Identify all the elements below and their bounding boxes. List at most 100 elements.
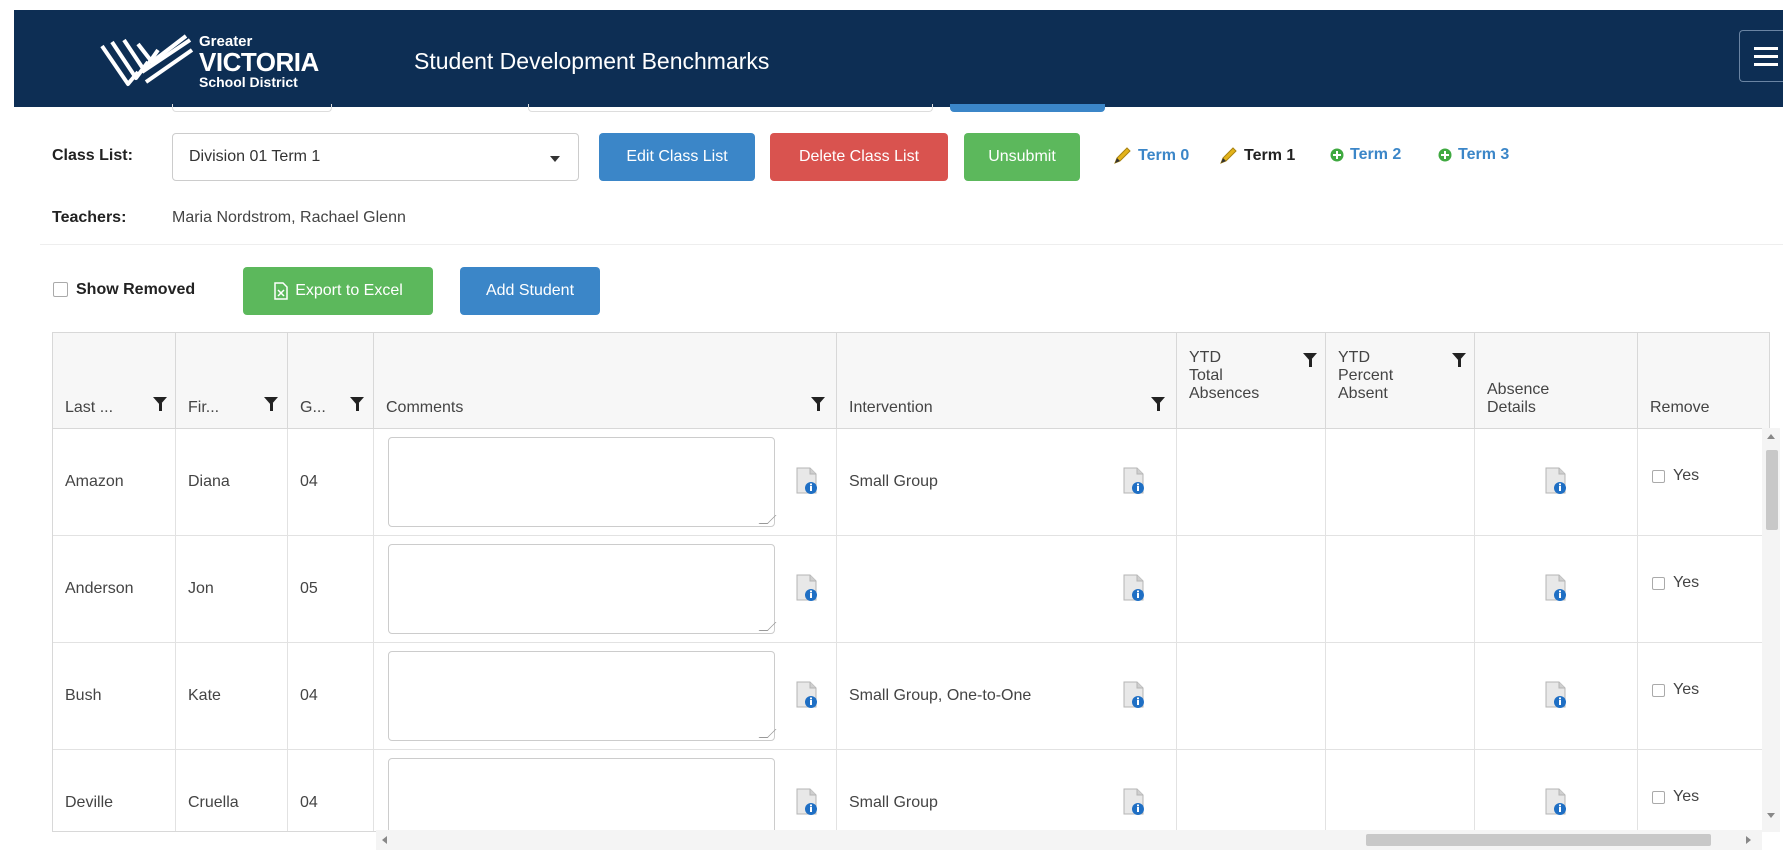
table-row[interactable]: Bush Kate 04 Small Group, One-to-One Yes <box>53 643 1769 750</box>
term-link-3[interactable]: Term 3 <box>1438 146 1509 164</box>
intervention-text: Small Group <box>849 794 938 811</box>
remove-label: Yes <box>1673 574 1700 591</box>
document-info-icon[interactable] <box>1123 681 1145 709</box>
edit-class-list-button[interactable]: Edit Class List <box>599 133 755 181</box>
cell-intervention <box>837 536 1177 643</box>
remove-checkbox-group[interactable]: Yes <box>1652 467 1699 485</box>
comments-textarea[interactable] <box>388 544 775 634</box>
grade-text: 04 <box>300 794 318 811</box>
vertical-scroll-thumb[interactable] <box>1766 450 1778 530</box>
document-info-icon[interactable] <box>1545 788 1567 816</box>
cell-remove: Yes <box>1638 429 1769 536</box>
remove-checkbox-group[interactable]: Yes <box>1652 788 1699 806</box>
comments-textarea[interactable] <box>388 651 775 741</box>
document-info-icon[interactable] <box>796 681 818 709</box>
document-info-icon[interactable] <box>796 788 818 816</box>
logo-text: Greater VICTORIA School District <box>199 34 319 89</box>
horizontal-scroll-thumb[interactable] <box>1366 834 1711 846</box>
show-removed-checkbox[interactable] <box>53 282 68 297</box>
teachers-label: Teachers: <box>52 209 127 226</box>
show-removed-label[interactable]: Show Removed <box>76 281 195 299</box>
student-grid: Last ... Fir... G... Comments Interventi… <box>52 332 1770 832</box>
scroll-down-icon[interactable] <box>1767 813 1775 818</box>
class-list-select[interactable]: Division 01 Term 1 <box>172 133 579 181</box>
filter-icon[interactable] <box>153 397 167 411</box>
table-row[interactable]: Anderson Jon 05 Yes <box>53 536 1769 643</box>
document-info-icon[interactable] <box>796 467 818 495</box>
district-logo[interactable]: Greater VICTORIA School District <box>84 20 334 100</box>
col-header-label: Intervention <box>849 399 933 416</box>
first-name-text: Kate <box>188 687 221 704</box>
cell-absence-details <box>1475 643 1638 750</box>
document-info-icon[interactable] <box>1545 574 1567 602</box>
add-student-button[interactable]: Add Student <box>460 267 600 315</box>
filter-icon[interactable] <box>264 397 278 411</box>
col-header-last[interactable]: Last ... <box>53 333 176 429</box>
col-header-line: Absences <box>1189 385 1260 402</box>
remove-checkbox-group[interactable]: Yes <box>1652 574 1699 592</box>
app-title: Student Development Benchmarks <box>414 48 770 74</box>
unsubmit-button[interactable]: Unsubmit <box>964 133 1080 181</box>
scroll-left-icon[interactable] <box>382 836 387 844</box>
col-header-label: YTD Percent Absent <box>1338 349 1393 403</box>
filter-icon[interactable] <box>350 397 364 411</box>
grid-header: Last ... Fir... G... Comments Interventi… <box>53 333 1769 429</box>
grid-vertical-scrollbar[interactable] <box>1762 428 1780 832</box>
document-info-icon[interactable] <box>1123 574 1145 602</box>
export-to-excel-button[interactable]: Export to Excel <box>243 267 433 315</box>
remove-checkbox[interactable] <box>1652 683 1665 697</box>
term-link-2[interactable]: Term 2 <box>1330 146 1401 164</box>
cell-ytd-total-absences <box>1177 429 1326 536</box>
col-header-ytd-percent-absent[interactable]: YTD Percent Absent <box>1326 333 1475 429</box>
document-info-icon[interactable] <box>796 574 818 602</box>
menu-toggle-button[interactable] <box>1739 30 1783 82</box>
col-header-label: Absence Details <box>1487 381 1549 417</box>
filter-icon[interactable] <box>1303 353 1317 367</box>
document-info-icon[interactable] <box>1123 788 1145 816</box>
cell-grade: 04 <box>288 643 374 750</box>
last-name-text: Amazon <box>65 473 124 490</box>
grade-text: 05 <box>300 580 318 597</box>
comments-textarea[interactable] <box>388 758 775 831</box>
col-header-label: Remove <box>1650 399 1710 416</box>
col-header-label: YTD Total Absences <box>1189 349 1259 403</box>
col-header-ytd-total-absences[interactable]: YTD Total Absences <box>1177 333 1326 429</box>
scroll-up-icon[interactable] <box>1767 434 1775 439</box>
cell-ytd-total-absences <box>1177 750 1326 831</box>
document-info-icon[interactable] <box>1123 467 1145 495</box>
intervention-text: Small Group, One-to-One <box>849 687 1032 704</box>
col-header-line: Absence <box>1487 381 1550 398</box>
term-label: Term 2 <box>1350 146 1402 163</box>
remove-label: Yes <box>1673 467 1700 484</box>
table-row[interactable]: Amazon Diana 04 Small Group Yes <box>53 429 1769 536</box>
grid-horizontal-scrollbar[interactable] <box>376 830 1762 850</box>
document-info-icon[interactable] <box>1545 467 1567 495</box>
document-info-icon[interactable] <box>1545 681 1567 709</box>
delete-class-list-button[interactable]: Delete Class List <box>770 133 948 181</box>
filter-icon[interactable] <box>811 397 825 411</box>
scroll-right-icon[interactable] <box>1746 836 1751 844</box>
filter-icon[interactable] <box>1151 397 1165 411</box>
remove-label: Yes <box>1673 788 1700 805</box>
pencil-icon <box>1114 147 1131 164</box>
comments-textarea[interactable] <box>388 437 775 527</box>
remove-checkbox[interactable] <box>1652 790 1665 804</box>
col-header-first[interactable]: Fir... <box>176 333 288 429</box>
term-link-0[interactable]: Term 0 <box>1112 146 1189 166</box>
term-link-1[interactable]: Term 1 <box>1218 146 1295 166</box>
plus-icon <box>1438 148 1452 162</box>
app-header: Greater VICTORIA School District Student… <box>14 10 1783 107</box>
hamburger-icon <box>1754 63 1778 66</box>
col-header-comments[interactable]: Comments <box>374 333 837 429</box>
cell-grade: 04 <box>288 750 374 831</box>
col-header-intervention[interactable]: Intervention <box>837 333 1177 429</box>
remove-checkbox[interactable] <box>1652 469 1665 483</box>
filter-icon[interactable] <box>1452 353 1466 367</box>
remove-checkbox-group[interactable]: Yes <box>1652 681 1699 699</box>
remove-checkbox[interactable] <box>1652 576 1665 590</box>
table-row[interactable]: Deville Cruella 04 Small Group Yes <box>53 750 1769 831</box>
caret-down-icon <box>550 156 560 162</box>
cell-comments <box>374 536 837 643</box>
col-header-line: Total <box>1189 367 1223 384</box>
col-header-grade[interactable]: G... <box>288 333 374 429</box>
